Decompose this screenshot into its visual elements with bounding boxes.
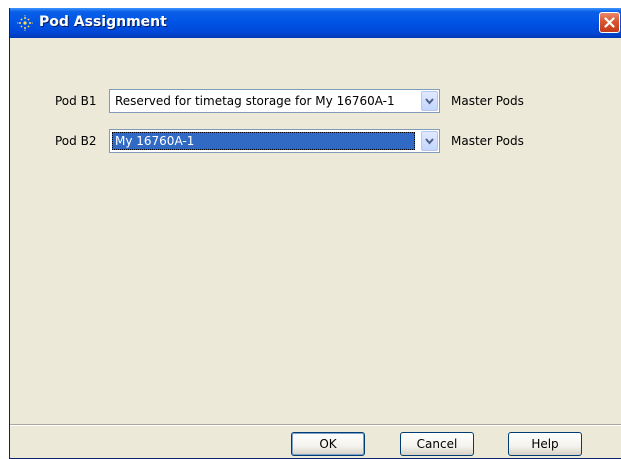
- cancel-button[interactable]: Cancel: [400, 432, 474, 456]
- chevron-down-icon: [425, 138, 434, 145]
- pod-b1-select[interactable]: Reserved for timetag storage for My 1676…: [109, 89, 440, 113]
- pod-b2-dropdown-button[interactable]: [421, 131, 438, 151]
- pod-b2-master-label: Master Pods: [451, 134, 524, 148]
- dialog-title: Pod Assignment: [39, 14, 167, 30]
- pod-b2-row: Pod B2 My 16760A-1 Master Pods: [10, 129, 621, 153]
- pod-b1-value: Reserved for timetag storage for My 1676…: [115, 94, 395, 108]
- help-button[interactable]: Help: [508, 432, 582, 456]
- pod-b2-select[interactable]: My 16760A-1: [109, 129, 440, 153]
- pod-b1-label: Pod B1: [55, 94, 97, 108]
- chevron-down-icon: [425, 98, 434, 105]
- pod-b1-master-label: Master Pods: [451, 94, 524, 108]
- button-bar-separator: [10, 424, 621, 426]
- ok-button[interactable]: OK: [291, 432, 365, 456]
- title-bar[interactable]: Pod Assignment: [10, 8, 621, 38]
- pod-b1-dropdown-button[interactable]: [421, 91, 438, 111]
- pod-assignment-dialog: Pod Assignment Pod B1 Reserved for timet…: [9, 8, 621, 459]
- close-icon: [604, 17, 615, 28]
- pod-b1-row: Pod B1 Reserved for timetag storage for …: [10, 89, 621, 113]
- keysight-logo-icon: [17, 15, 33, 31]
- pod-b2-value: My 16760A-1: [112, 132, 415, 150]
- pod-b2-label: Pod B2: [55, 134, 97, 148]
- close-button[interactable]: [599, 12, 620, 33]
